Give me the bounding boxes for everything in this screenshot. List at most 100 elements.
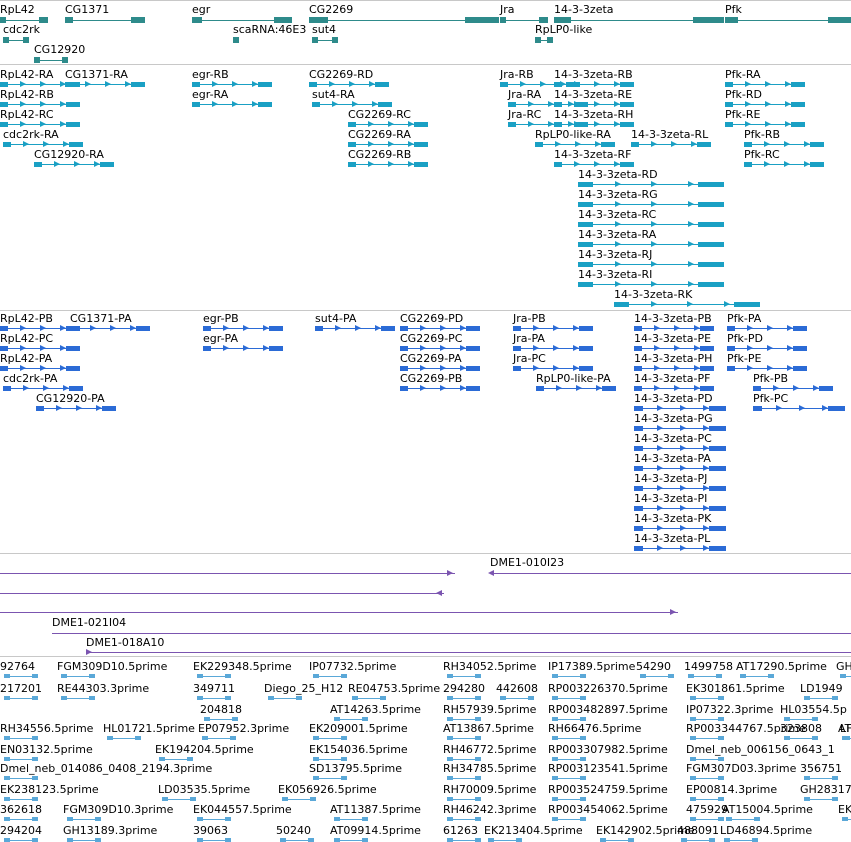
protein-feature-end[interactable]	[579, 326, 593, 331]
est-feature-end[interactable]	[187, 757, 193, 761]
protein-feature[interactable]	[727, 326, 735, 331]
est-feature[interactable]	[842, 817, 848, 821]
est-feature-end[interactable]	[89, 674, 95, 678]
clone-line[interactable]	[0, 573, 455, 574]
gene-feature[interactable]	[312, 37, 318, 43]
est-feature[interactable]	[690, 696, 696, 700]
transcript-feature-end[interactable]	[258, 102, 272, 107]
transcript-feature-end[interactable]	[69, 142, 83, 147]
est-feature-end[interactable]	[628, 838, 634, 842]
est-feature[interactable]	[204, 717, 210, 721]
transcript-feature[interactable]	[65, 82, 73, 87]
protein-feature-end[interactable]	[102, 406, 116, 411]
transcript-feature[interactable]	[34, 162, 42, 167]
est-feature-end[interactable]	[580, 696, 586, 700]
est-feature-end[interactable]	[32, 797, 38, 801]
est-feature[interactable]	[840, 674, 846, 678]
est-feature-end[interactable]	[32, 757, 38, 761]
protein-feature[interactable]	[753, 386, 761, 391]
transcript-feature[interactable]	[500, 82, 508, 87]
transcript-feature-end[interactable]	[258, 82, 272, 87]
transcript-feature[interactable]	[725, 102, 733, 107]
est-feature[interactable]	[552, 717, 558, 721]
est-feature[interactable]	[447, 696, 453, 700]
est-feature[interactable]	[740, 674, 746, 678]
protein-feature[interactable]	[536, 386, 544, 391]
est-feature[interactable]	[804, 776, 810, 780]
transcript-feature[interactable]	[508, 122, 516, 127]
protein-feature[interactable]	[634, 426, 643, 431]
transcript-feature[interactable]	[192, 82, 200, 87]
est-feature[interactable]	[690, 817, 696, 821]
est-feature[interactable]	[162, 797, 168, 801]
est-feature-end[interactable]	[475, 736, 481, 740]
gene-feature[interactable]	[535, 37, 541, 43]
protein-feature[interactable]	[634, 446, 643, 451]
est-feature-end[interactable]	[32, 838, 38, 842]
transcript-feature[interactable]	[348, 122, 356, 127]
protein-feature-end[interactable]	[709, 466, 726, 471]
protein-feature-end[interactable]	[709, 486, 726, 491]
transcript-feature[interactable]	[554, 102, 562, 107]
est-feature[interactable]	[804, 696, 810, 700]
gene-feature-end[interactable]	[332, 37, 338, 43]
protein-feature-end[interactable]	[66, 346, 80, 351]
transcript-feature-end[interactable]	[698, 242, 724, 247]
est-feature[interactable]	[197, 674, 203, 678]
transcript-feature[interactable]	[535, 142, 543, 147]
transcript-feature-end[interactable]	[698, 182, 724, 187]
est-feature-end[interactable]	[475, 757, 481, 761]
est-feature[interactable]	[552, 696, 558, 700]
est-feature[interactable]	[784, 736, 790, 740]
est-feature-end[interactable]	[225, 817, 231, 821]
est-feature-end[interactable]	[135, 736, 141, 740]
protein-feature-end[interactable]	[709, 406, 726, 411]
protein-feature[interactable]	[634, 486, 643, 491]
est-feature-end[interactable]	[341, 776, 347, 780]
est-feature-end[interactable]	[716, 674, 722, 678]
est-feature-end[interactable]	[341, 757, 347, 761]
est-feature-end[interactable]	[32, 817, 38, 821]
protein-feature-end[interactable]	[700, 326, 714, 331]
est-feature[interactable]	[804, 797, 810, 801]
protein-feature[interactable]	[634, 546, 643, 551]
gene-feature-end[interactable]	[828, 17, 851, 23]
est-feature-end[interactable]	[230, 736, 236, 740]
gene-feature-end[interactable]	[465, 17, 499, 23]
transcript-feature[interactable]	[578, 202, 593, 207]
est-feature[interactable]	[282, 797, 288, 801]
est-feature[interactable]	[4, 776, 10, 780]
transcript-feature[interactable]	[0, 122, 8, 127]
est-feature-end[interactable]	[812, 717, 818, 721]
est-feature[interactable]	[690, 736, 696, 740]
transcript-feature[interactable]	[578, 222, 593, 227]
gene-feature[interactable]	[34, 57, 40, 63]
protein-feature-end[interactable]	[793, 346, 807, 351]
gene-feature[interactable]	[725, 17, 738, 23]
gene-feature[interactable]	[65, 17, 73, 23]
est-feature[interactable]	[552, 736, 558, 740]
est-feature[interactable]	[268, 696, 274, 700]
protein-feature-end[interactable]	[466, 326, 480, 331]
transcript-feature[interactable]	[554, 162, 562, 167]
transcript-feature[interactable]	[0, 102, 8, 107]
protein-feature-end[interactable]	[466, 346, 480, 351]
est-feature[interactable]	[690, 757, 696, 761]
protein-feature-end[interactable]	[709, 446, 726, 451]
gene-feature-end[interactable]	[39, 17, 48, 23]
est-feature[interactable]	[552, 776, 558, 780]
est-feature[interactable]	[488, 838, 494, 842]
protein-feature-end[interactable]	[381, 326, 395, 331]
est-feature-end[interactable]	[768, 674, 774, 678]
protein-feature[interactable]	[634, 326, 642, 331]
est-feature[interactable]	[688, 674, 694, 678]
gene-feature[interactable]	[3, 37, 9, 43]
transcript-feature-end[interactable]	[698, 222, 724, 227]
est-feature[interactable]	[280, 838, 286, 842]
est-feature-end[interactable]	[362, 817, 368, 821]
transcript-feature[interactable]	[3, 142, 11, 147]
protein-feature[interactable]	[203, 326, 211, 331]
est-feature-end[interactable]	[225, 674, 231, 678]
protein-feature-end[interactable]	[269, 326, 283, 331]
gene-feature-end[interactable]	[233, 37, 239, 43]
